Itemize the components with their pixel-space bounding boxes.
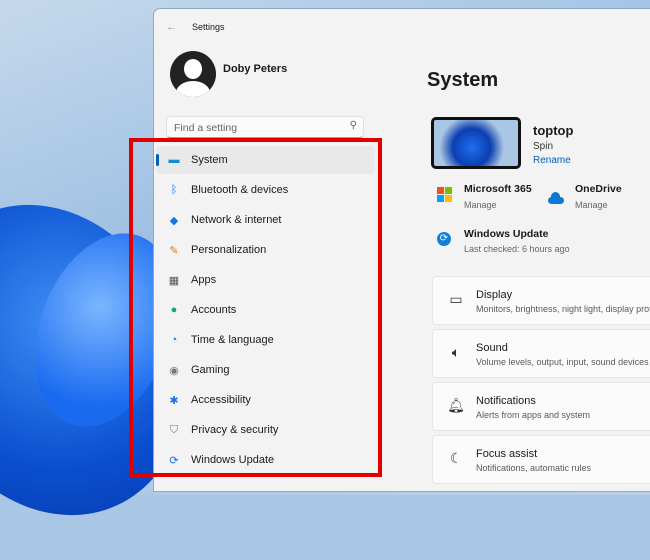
update-title[interactable]: Windows Update: [464, 228, 549, 240]
card-title: Display: [476, 289, 512, 301]
search-input[interactable]: Find a setting ⚲: [166, 116, 364, 138]
onedrive-title[interactable]: OneDrive: [575, 183, 622, 195]
search-placeholder: Find a setting: [174, 122, 237, 134]
settings-card-notifications[interactable]: 🔔︎ Notifications Alerts from apps and syst…: [432, 382, 650, 431]
onedrive-icon: [548, 197, 564, 204]
speaker-icon: 🔈︎: [447, 344, 465, 362]
window-title: Settings: [192, 22, 225, 32]
card-title: Sound: [476, 342, 508, 354]
card-title: Notifications: [476, 395, 536, 407]
page-title: System: [427, 69, 498, 92]
windows-update-icon: ⟳: [437, 232, 451, 246]
card-subtitle: Alerts from apps and system: [476, 410, 590, 420]
card-subtitle: Volume levels, output, input, sound devi…: [476, 357, 649, 367]
rename-link[interactable]: Rename: [533, 155, 571, 166]
back-arrow-icon[interactable]: ←: [166, 21, 177, 33]
microsoft-365-icon: [437, 187, 452, 202]
bell-icon: 🔔︎: [447, 397, 465, 415]
device-name: toptop: [533, 123, 573, 138]
device-thumbnail: [431, 117, 521, 169]
settings-card-sound[interactable]: 🔈︎ Sound Volume levels, output, input, sou…: [432, 329, 650, 378]
moon-icon: ☾: [447, 450, 465, 468]
settings-card-display[interactable]: ▭ Display Monitors, brightness, night ligh…: [432, 276, 650, 325]
card-subtitle: Monitors, brightness, night light, displ…: [476, 304, 650, 314]
highlight-box: [129, 138, 382, 477]
card-title: Focus assist: [476, 448, 537, 460]
search-icon[interactable]: ⚲: [350, 120, 357, 131]
device-model: Spin: [533, 141, 553, 152]
ms365-title[interactable]: Microsoft 365: [464, 183, 532, 195]
user-name: Doby Peters: [223, 63, 287, 75]
settings-card-focus-assist[interactable]: ☾ Focus assist Notifications, automatic ru…: [432, 435, 650, 484]
ms365-manage[interactable]: Manage: [464, 200, 497, 210]
avatar[interactable]: [170, 51, 216, 97]
onedrive-manage[interactable]: Manage: [575, 200, 608, 210]
display-icon: ▭: [447, 291, 465, 309]
update-status: Last checked: 6 hours ago: [464, 244, 570, 254]
card-subtitle: Notifications, automatic rules: [476, 463, 591, 473]
